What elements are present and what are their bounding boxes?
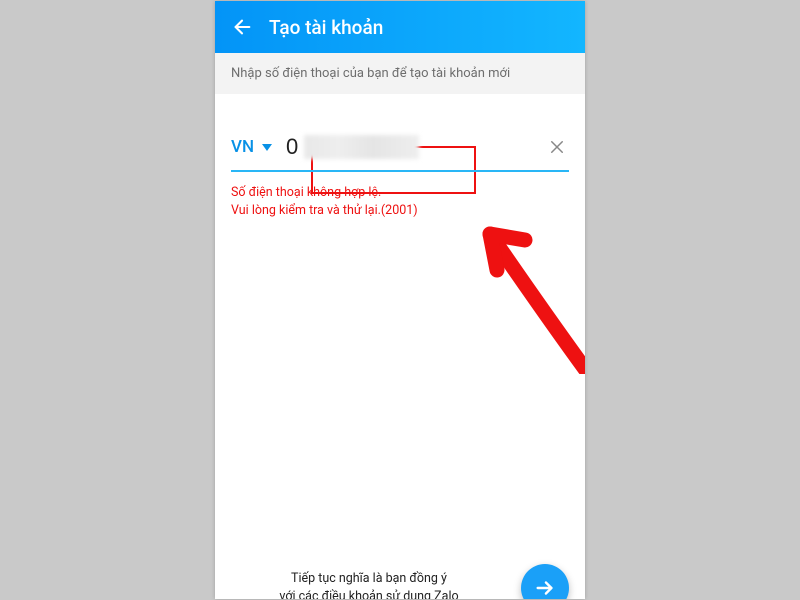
phone-input-row: VN	[231, 124, 569, 172]
header-bar: Tạo tài khoản	[215, 1, 585, 53]
terms-line2-pre: với các	[279, 589, 321, 599]
terms-line1: Tiếp tục nghĩa là bạn đồng ý	[291, 571, 447, 586]
terms-text: Tiếp tục nghĩa là bạn đồng ý với các điề…	[231, 570, 507, 599]
country-code-label: VN	[231, 137, 254, 157]
annotation-arrow-icon	[475, 204, 585, 374]
clear-icon[interactable]	[545, 135, 569, 159]
error-message: Số điện thoại không hợp lệ. Vui lòng kiể…	[231, 184, 569, 220]
arrow-right-icon	[534, 577, 556, 599]
instruction-text: Nhập số điện thoại của bạn để tạo tài kh…	[215, 53, 585, 94]
phone-input[interactable]	[286, 134, 537, 160]
continue-button[interactable]	[521, 564, 569, 599]
chevron-down-icon	[262, 144, 272, 151]
back-icon[interactable]	[231, 16, 253, 38]
terms-link[interactable]: điều khoản	[322, 589, 383, 599]
footer: Tiếp tục nghĩa là bạn đồng ý với các điề…	[215, 564, 585, 599]
country-selector[interactable]: VN	[231, 137, 286, 157]
error-line-1: Số điện thoại không hợp lệ.	[231, 184, 569, 202]
terms-line2-post: sử dụng Zalo	[383, 589, 459, 599]
error-line-2: Vui lòng kiểm tra và thử lại.(2001)	[231, 202, 569, 220]
phone-screen: Tạo tài khoản Nhập số điện thoại của bạn…	[215, 1, 585, 599]
phone-input-wrap	[286, 134, 537, 160]
page-title: Tạo tài khoản	[269, 16, 383, 39]
content-area: VN Số điện thoại không hợp lệ. Vui lòng …	[215, 124, 585, 599]
